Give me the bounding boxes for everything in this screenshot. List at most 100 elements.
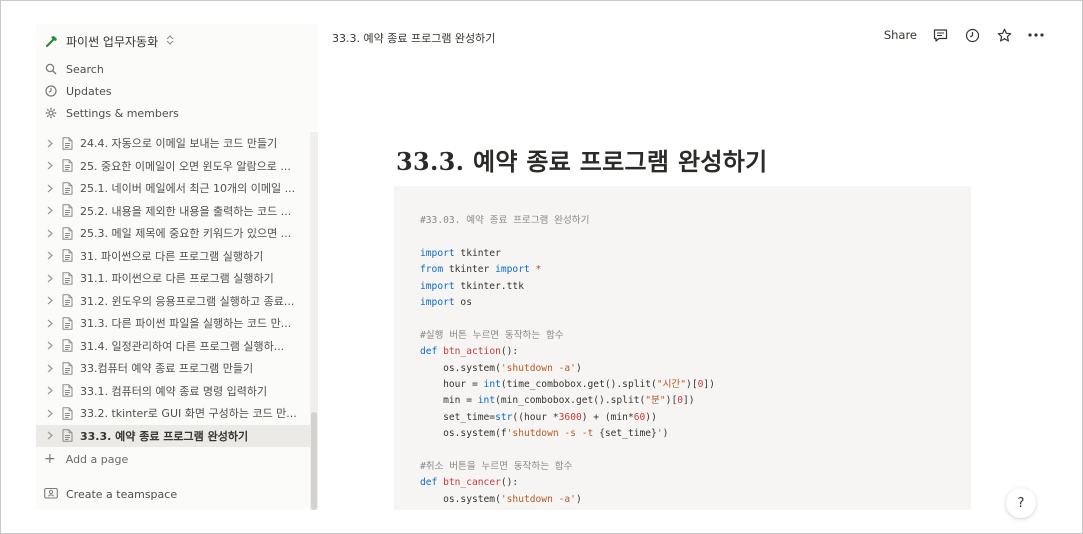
page-title: 33.3. 예약 종료 프로그램 완성하기 <box>396 147 768 176</box>
code-line: hour = int(time_combobox.get().split("시간… <box>420 377 715 393</box>
code-token: )) <box>645 411 657 423</box>
add-page-label: Add a page <box>65 452 129 466</box>
sidebar-page-item[interactable]: 31. 파이썬으로 다른 프로그램 실행하기 <box>36 245 310 268</box>
plus-icon: + <box>44 451 56 467</box>
star-icon[interactable] <box>995 26 1013 44</box>
workspace-switcher[interactable]: 파이썬 업무자동화 <box>44 30 174 52</box>
sidebar-item-settings[interactable]: Settings & members <box>44 102 310 124</box>
sidebar-page-item[interactable]: 25.1. 네이버 메일에서 최근 10개의 이메일 ... <box>36 177 310 200</box>
sidebar-page-item[interactable]: 25.3. 메일 제목에 중요한 키워드가 있으면 ... <box>36 222 310 245</box>
sidebar-page-item[interactable]: 31.2. 윈도우의 응용프로그램 실행하고 종료... <box>36 290 310 313</box>
comment-icon[interactable] <box>931 26 949 44</box>
code-token: def <box>420 346 438 358</box>
code-token: ]) <box>683 395 695 407</box>
code-line: min = int(min_combobox.get().split("분")[… <box>420 393 715 409</box>
code-token: (): <box>500 346 519 358</box>
sidebar-item-updates[interactable]: Updates <box>44 80 310 102</box>
sidebar-scrollbar-thumb[interactable] <box>311 412 317 510</box>
code-token: os.system( <box>420 362 501 374</box>
chevron-right-icon[interactable] <box>44 251 56 260</box>
search-icon <box>44 62 58 76</box>
page-document-icon <box>60 226 74 240</box>
code-token: ]) <box>703 378 715 390</box>
sidebar-page-item[interactable]: 25.2. 내용을 제외한 내용을 출력하는 코드 ... <box>36 200 310 223</box>
workspace-name: 파이썬 업무자동화 <box>66 34 159 49</box>
code-token: {set_time} <box>599 428 657 440</box>
sidebar: 파이썬 업무자동화 Search Updates Settings & memb… <box>36 24 318 510</box>
chevron-right-icon[interactable] <box>44 139 56 148</box>
code-content: #33.03. 예약 종료 프로그램 완성하기 import tkinter fr… <box>420 213 715 508</box>
sidebar-top-nav: Search Updates Settings & members <box>44 58 310 124</box>
sidebar-page-item[interactable]: 31.1. 파이썬으로 다른 프로그램 실행하기 <box>36 267 310 290</box>
chevron-right-icon[interactable] <box>44 386 56 395</box>
code-token: #취소 버튼을 누르면 동작하는 함수 <box>420 460 573 472</box>
sidebar-page-item[interactable]: 33.1. 컴퓨터의 예약 종료 명령 입력하기 <box>36 380 310 403</box>
create-teamspace-button[interactable]: Create a teamspace <box>44 484 177 504</box>
add-page-button[interactable]: + Add a page <box>36 447 310 471</box>
page-document-icon <box>60 271 74 285</box>
chevron-right-icon[interactable] <box>44 319 56 328</box>
chevron-right-icon[interactable] <box>44 206 56 215</box>
code-line: from tkinter import * <box>420 262 715 278</box>
help-button[interactable]: ? <box>1006 488 1036 518</box>
page-document-icon <box>60 316 74 330</box>
sidebar-page-label: 24.4. 자동으로 이메일 보내는 코드 만들기 <box>80 137 278 151</box>
chevron-right-icon[interactable] <box>44 229 56 238</box>
code-line: #33.03. 예약 종료 프로그램 완성하기 <box>420 213 715 229</box>
page-document-icon <box>60 406 74 420</box>
chevron-right-icon[interactable] <box>44 161 56 170</box>
sidebar-page-item[interactable]: 25. 중요한 이메일이 오면 윈도우 알람으로 ... <box>36 155 310 178</box>
more-options-icon[interactable] <box>1027 26 1045 44</box>
code-token: def <box>420 477 438 489</box>
page-tree: 24.4. 자동으로 이메일 보내는 코드 만들기 25. 중요한 이메일이 오면… <box>36 132 310 471</box>
code-token: (): <box>500 477 519 489</box>
sidebar-page-item[interactable]: 33.컴퓨터 예약 종료 프로그램 만들기 <box>36 357 310 380</box>
code-token: (min_combobox.get().split( <box>495 395 646 407</box>
code-token: import <box>420 247 455 259</box>
page-document-icon <box>60 294 74 308</box>
sidebar-page-label: 33.3. 예약 종료 프로그램 완성하기 <box>80 429 249 443</box>
code-line: #실행 버튼 누르면 동작하는 함수 <box>420 328 715 344</box>
chevron-right-icon[interactable] <box>44 296 56 305</box>
sidebar-item-label: Settings & members <box>66 106 179 120</box>
code-line: #취소 버튼을 누르면 동작하는 함수 <box>420 459 715 475</box>
code-token: int <box>483 378 501 390</box>
sidebar-page-item[interactable]: 33.3. 예약 종료 프로그램 완성하기 <box>36 424 310 447</box>
code-token: 60 <box>633 411 646 423</box>
code-token: os.system(f <box>420 428 507 440</box>
history-clock-icon[interactable] <box>963 26 981 44</box>
sidebar-item-label: Search <box>66 62 104 76</box>
sidebar-item-search[interactable]: Search <box>44 58 310 80</box>
topbar-actions: Share <box>884 26 1045 44</box>
chevron-right-icon[interactable] <box>44 364 56 373</box>
code-token: "시간" <box>656 378 687 390</box>
sidebar-page-item[interactable]: 33.2. tkinter로 GUI 화면 구성하는 코드 만... <box>36 402 310 425</box>
clock-icon <box>44 84 58 98</box>
page-document-icon <box>60 249 74 263</box>
page-document-icon <box>60 136 74 150</box>
sidebar-page-item[interactable]: 24.4. 자동으로 이메일 보내는 코드 만들기 <box>36 132 310 155</box>
share-button[interactable]: Share <box>884 28 917 42</box>
code-token: set_time= <box>420 411 496 423</box>
chevron-right-icon[interactable] <box>44 341 56 350</box>
chevron-right-icon[interactable] <box>44 431 56 440</box>
code-token: "분" <box>645 395 666 407</box>
sidebar-page-label: 31.2. 윈도우의 응용프로그램 실행하고 종료... <box>80 294 295 308</box>
code-token: os <box>454 296 472 308</box>
code-token: import <box>420 280 455 292</box>
page-document-icon <box>60 361 74 375</box>
page-document-icon <box>60 159 74 173</box>
code-block[interactable]: #33.03. 예약 종료 프로그램 완성하기 import tkinter fr… <box>394 186 971 510</box>
sidebar-page-item[interactable]: 31.4. 일정관리하여 다른 프로그램 실행하... <box>36 335 310 358</box>
breadcrumb[interactable]: 33.3. 예약 종료 프로그램 완성하기 <box>332 30 495 46</box>
code-token: min = <box>420 395 478 407</box>
chevron-updown-icon <box>166 34 174 48</box>
code-token: tkinter <box>454 247 501 259</box>
chevron-right-icon[interactable] <box>44 184 56 193</box>
chevron-right-icon[interactable] <box>44 274 56 283</box>
code-token: 3600 <box>558 411 582 423</box>
chevron-right-icon[interactable] <box>44 409 56 418</box>
sidebar-page-item[interactable]: 31.3. 다른 파이썬 파일을 실행하는 코드 만... <box>36 312 310 335</box>
